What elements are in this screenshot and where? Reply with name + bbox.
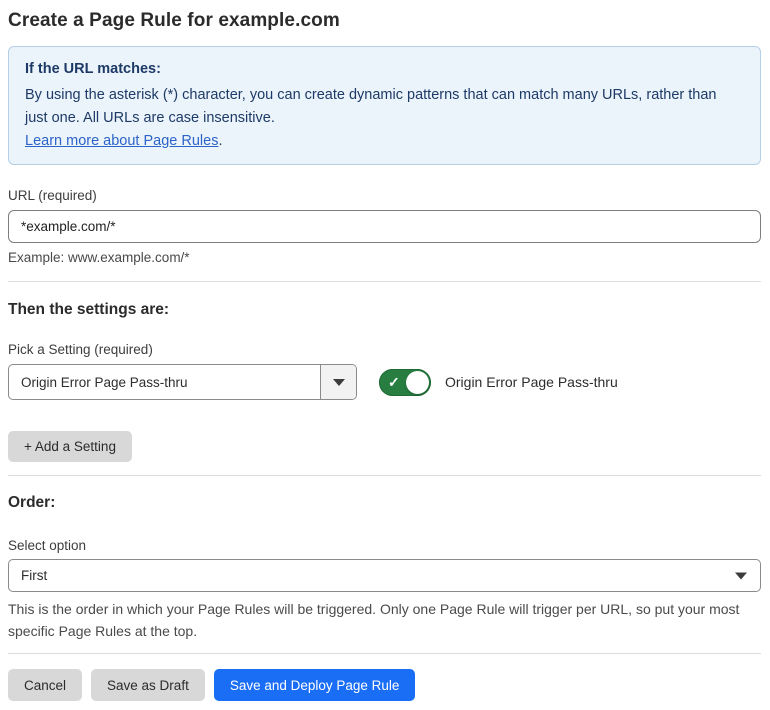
setting-select-value: Origin Error Page Pass-thru [21, 374, 188, 390]
setting-select-arrow-segment[interactable] [320, 365, 356, 399]
cancel-button[interactable]: Cancel [8, 669, 83, 701]
check-icon: ✓ [388, 374, 400, 390]
order-select-label: Select option [8, 538, 87, 553]
info-body-text: By using the asterisk (*) character, you… [25, 87, 717, 126]
setting-toggle[interactable]: ✓ [379, 368, 431, 396]
url-match-info-callout: If the URL matches: By using the asteris… [8, 46, 761, 165]
page-title: Create a Page Rule for example.com [8, 10, 340, 31]
toggle-knob [406, 370, 429, 394]
chevron-down-icon [332, 378, 345, 386]
action-bar: Cancel Save as Draft Save and Deploy Pag… [8, 669, 761, 701]
info-link-line: Learn more about Page Rules. [25, 133, 744, 149]
save-as-draft-button[interactable]: Save as Draft [91, 669, 205, 701]
info-heading: If the URL matches: [25, 61, 161, 77]
learn-more-link[interactable]: Learn more about Page Rules [25, 133, 218, 149]
save-and-deploy-button[interactable]: Save and Deploy Page Rule [213, 669, 416, 701]
chevron-down-icon [735, 572, 747, 579]
order-select-value: First [21, 568, 48, 583]
url-input[interactable] [8, 210, 761, 243]
pick-setting-label: Pick a Setting (required) [8, 342, 153, 357]
setting-select[interactable]: Origin Error Page Pass-thru [8, 364, 357, 400]
order-section-heading: Order: [8, 494, 56, 511]
url-field-label: URL (required) [8, 188, 97, 203]
divider [8, 653, 761, 654]
order-select[interactable]: First [8, 559, 761, 592]
divider [8, 475, 761, 476]
order-helper-text: This is the order in which your Page Rul… [8, 601, 740, 639]
add-setting-button[interactable]: + Add a Setting [8, 431, 132, 462]
setting-row: Origin Error Page Pass-thru ✓ Origin Err… [8, 364, 761, 400]
setting-toggle-label: Origin Error Page Pass-thru [445, 374, 618, 390]
divider [8, 281, 761, 282]
settings-section-heading: Then the settings are: [8, 301, 170, 318]
link-period: . [218, 133, 223, 149]
url-example-helper: Example: www.example.com/* [8, 250, 190, 265]
